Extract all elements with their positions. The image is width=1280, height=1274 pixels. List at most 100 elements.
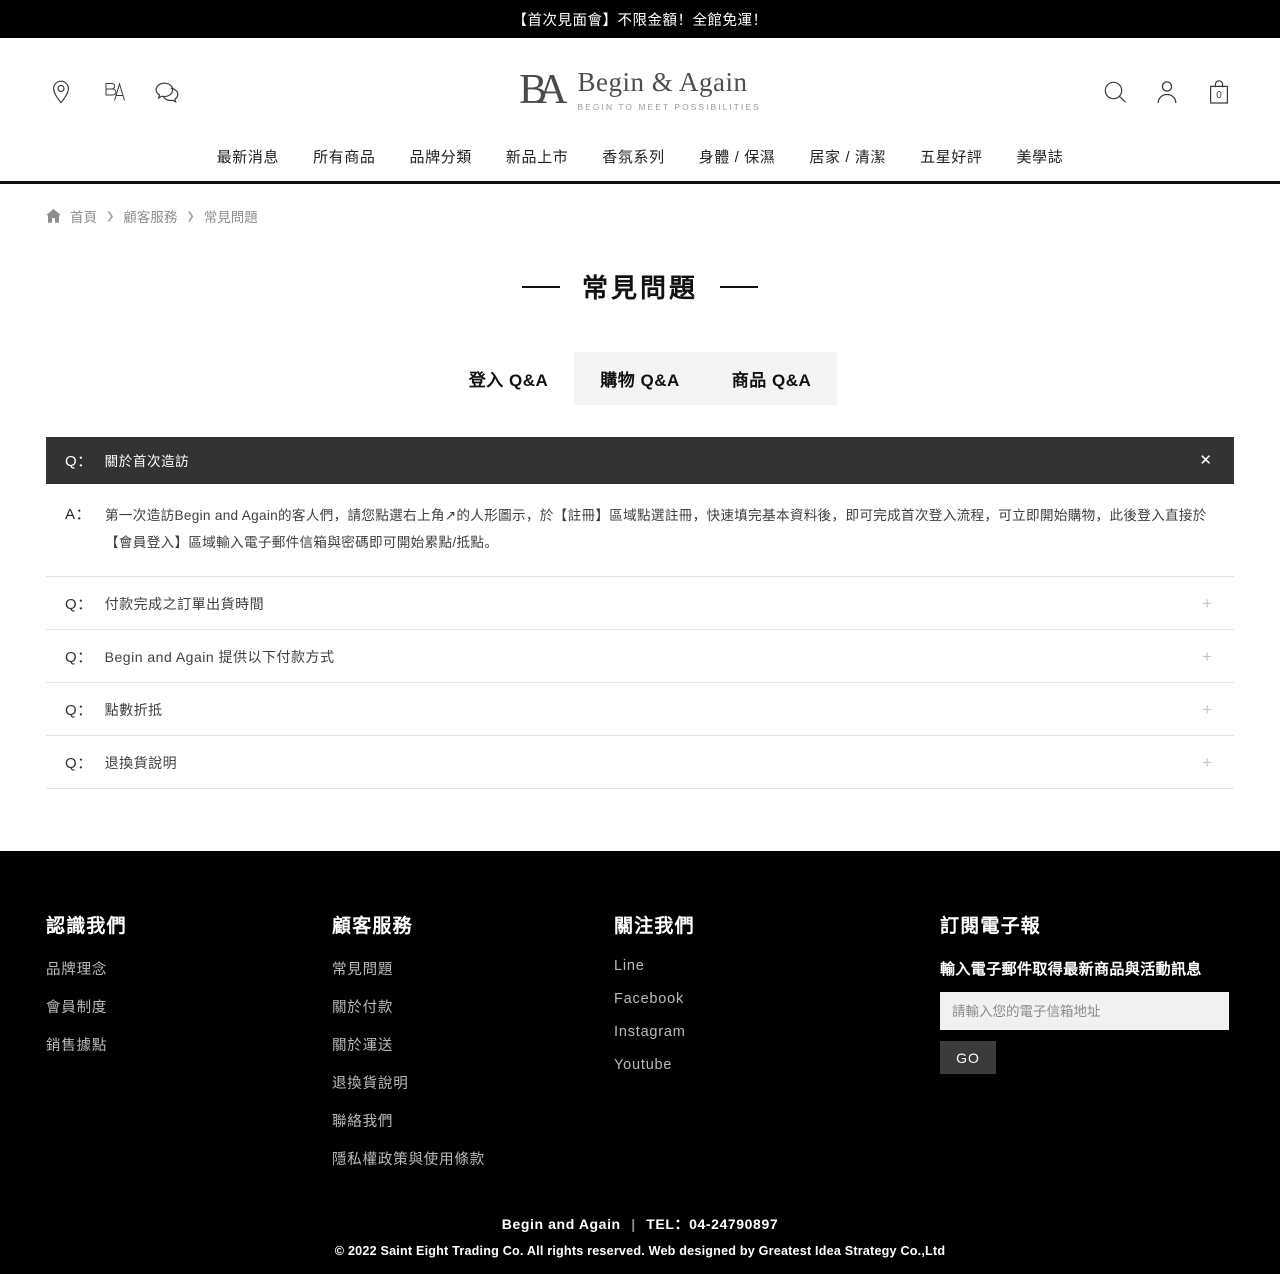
faq-question-line: Q： 點數折抵 — [65, 699, 163, 720]
footer-bottom: Begin and Again | TEL：04-24790897 © 2022… — [46, 1186, 1234, 1274]
home-icon[interactable] — [46, 209, 61, 223]
faq-accordion: Q： 關於首次造訪 ✕ A： 第一次造訪Begin and Again的客人們，… — [46, 437, 1234, 790]
newsletter-go-button[interactable]: GO — [940, 1041, 996, 1075]
faq-question-text: 付款完成之訂單出貨時間 — [104, 595, 265, 612]
site-footer: 認識我們 品牌理念 會員制度 銷售據點 顧客服務 常見問題 關於付款 關於運送 … — [0, 851, 1280, 1274]
newsletter-title: 訂閱電子報 — [940, 916, 1042, 938]
user-account-icon[interactable] — [1152, 77, 1182, 107]
question-prefix: Q： — [65, 595, 93, 613]
footer-link-facebook[interactable]: Facebook — [614, 991, 940, 1007]
footer-link-instagram[interactable]: Instagram — [614, 1024, 940, 1040]
faq-answer-body: A： 第一次造訪Begin and Again的客人們，請您點選右上角↗的人形圖… — [46, 484, 1234, 578]
location-pin-icon[interactable] — [46, 77, 76, 107]
page-title: 常見問題 — [581, 273, 698, 303]
brand-logo[interactable]: BA Begin & Again BEGIN TO MEET POSSIBILI… — [519, 67, 761, 113]
faq-question-text: 點數折抵 — [104, 701, 163, 718]
faq-question-text: 關於首次造訪 — [104, 454, 190, 469]
nav-item-latest-news[interactable]: 最新消息 — [217, 146, 279, 167]
footer-link-line[interactable]: Line — [614, 958, 940, 974]
faq-question-line: Q： 關於首次造訪 — [65, 450, 189, 471]
footer-column-about: 認識我們 品牌理念 會員制度 銷售據點 — [46, 911, 332, 1186]
footer-link-faq[interactable]: 常見問題 — [332, 958, 614, 979]
faq-item-shipping-time[interactable]: Q： 付款完成之訂單出貨時間 + — [46, 577, 1234, 631]
footer-link-payment[interactable]: 關於付款 — [332, 996, 614, 1017]
shopping-bag-icon[interactable]: 0 — [1204, 77, 1234, 107]
nav-item-body-moisture[interactable]: 身體 / 保濕 — [699, 146, 776, 167]
footer-telephone: TEL：04-24790897 — [646, 1216, 779, 1233]
footer-link-brand-philosophy[interactable]: 品牌理念 — [46, 958, 332, 979]
footer-link-privacy-terms[interactable]: 隱私權政策與使用條款 — [332, 1148, 614, 1169]
question-prefix: Q： — [65, 648, 93, 666]
plus-icon[interactable]: + — [1202, 754, 1212, 771]
title-dash-left — [521, 285, 560, 288]
question-prefix: Q： — [65, 754, 93, 772]
answer-prefix: A： — [65, 506, 92, 523]
qa-tabs: 登入 Q&A 購物 Q&A 商品 Q&A — [0, 352, 1280, 405]
footer-link-membership[interactable]: 會員制度 — [46, 996, 332, 1017]
footer-column-social: 關注我們 Line Facebook Instagram Youtube — [614, 911, 940, 1186]
plus-icon[interactable]: + — [1202, 648, 1212, 665]
faq-question-text: 退換貨說明 — [104, 754, 178, 771]
faq-question-text: Begin and Again 提供以下付款方式 — [104, 648, 335, 665]
footer-columns: 認識我們 品牌理念 會員制度 銷售據點 顧客服務 常見問題 關於付款 關於運送 … — [46, 911, 1234, 1186]
breadcrumb-customer-service[interactable]: 顧客服務 — [123, 206, 177, 226]
breadcrumb-separator-2: ❯ — [186, 210, 195, 222]
ba-monogram-icon[interactable] — [99, 77, 129, 107]
tab-shopping-qa[interactable]: 購物 Q&A — [574, 352, 706, 405]
nav-item-all-products[interactable]: 所有商品 — [313, 146, 375, 167]
search-icon[interactable] — [1100, 77, 1130, 107]
nav-item-five-star[interactable]: 五星好評 — [920, 146, 982, 167]
footer-link-stores[interactable]: 銷售據點 — [46, 1034, 332, 1055]
faq-question-line: Q： Begin and Again 提供以下付款方式 — [65, 646, 335, 667]
chat-bubbles-icon[interactable] — [152, 77, 182, 107]
brand-logo-mark: BA — [519, 67, 567, 113]
header-left-icons — [46, 77, 182, 107]
faq-item-returns-policy[interactable]: Q： 退換貨說明 + — [46, 736, 1234, 790]
tab-product-qa[interactable]: 商品 Q&A — [705, 352, 838, 405]
site-header: BA Begin & Again BEGIN TO MEET POSSIBILI… — [0, 38, 1280, 146]
footer-link-contact[interactable]: 聯絡我們 — [332, 1110, 614, 1131]
plus-icon[interactable]: + — [1202, 595, 1212, 612]
footer-brand-name: Begin and Again — [501, 1216, 621, 1233]
cart-count-badge: 0 — [1216, 90, 1222, 101]
header-right-icons: 0 — [1100, 77, 1234, 107]
footer-column-title: 認識我們 — [46, 916, 127, 938]
footer-separator: | — [631, 1216, 636, 1233]
question-prefix: Q： — [65, 701, 93, 719]
close-icon[interactable]: ✕ — [1199, 453, 1212, 468]
footer-brand-contact: Begin and Again | TEL：04-24790897 — [46, 1214, 1234, 1234]
footer-column-title: 關注我們 — [614, 916, 695, 938]
footer-link-youtube[interactable]: Youtube — [614, 1057, 940, 1073]
nav-list: 最新消息 所有商品 品牌分類 新品上市 香氛系列 身體 / 保濕 居家 / 清潔… — [0, 146, 1280, 167]
faq-item-expanded-header[interactable]: Q： 關於首次造訪 ✕ — [46, 437, 1234, 484]
footer-column-newsletter: 訂閱電子報 輸入電子郵件取得最新商品與活動訊息 GO — [940, 911, 1230, 1186]
faq-item-payment-methods[interactable]: Q： Begin and Again 提供以下付款方式 + — [46, 630, 1234, 684]
footer-column-title: 顧客服務 — [332, 916, 413, 938]
nav-item-magazine[interactable]: 美學誌 — [1017, 146, 1064, 167]
promo-banner: 【首次見面會】不限金額！全館免運！ — [0, 0, 1280, 38]
brand-logo-tagline: BEGIN TO MEET POSSIBILITIES — [577, 101, 761, 112]
nav-item-home-clean[interactable]: 居家 / 清潔 — [809, 146, 886, 167]
breadcrumb: 首頁 ❯ 顧客服務 ❯ 常見問題 — [0, 184, 1280, 226]
nav-item-new-arrivals[interactable]: 新品上市 — [506, 146, 568, 167]
brand-logo-name: Begin & Again — [577, 67, 748, 98]
title-dash-right — [720, 285, 758, 288]
brand-logo-text: Begin & Again BEGIN TO MEET POSSIBILITIE… — [577, 67, 761, 112]
breadcrumb-home[interactable]: 首頁 — [70, 206, 97, 226]
breadcrumb-faq[interactable]: 常見問題 — [204, 206, 258, 226]
newsletter-email-input[interactable] — [940, 992, 1229, 1031]
faq-item-points-redemption[interactable]: Q： 點數折抵 + — [46, 683, 1234, 737]
question-prefix: Q： — [65, 453, 93, 470]
footer-copyright: © 2022 Saint Eight Trading Co. All right… — [334, 1244, 946, 1259]
footer-link-returns[interactable]: 退換貨說明 — [332, 1072, 614, 1093]
qa-tabs-inner: 登入 Q&A 購物 Q&A 商品 Q&A — [443, 352, 838, 405]
footer-link-shipping[interactable]: 關於運送 — [332, 1034, 614, 1055]
tab-login-qa[interactable]: 登入 Q&A — [443, 352, 575, 405]
nav-item-fragrance[interactable]: 香氛系列 — [602, 146, 664, 167]
plus-icon[interactable]: + — [1202, 701, 1212, 718]
nav-item-brands[interactable]: 品牌分類 — [409, 146, 471, 167]
footer-column-customer-service: 顧客服務 常見問題 關於付款 關於運送 退換貨說明 聯絡我們 隱私權政策與使用條… — [332, 911, 614, 1186]
faq-answer-text: 第一次造訪Begin and Again的客人們，請您點選右上角↗的人形圖示，於… — [105, 508, 1207, 551]
page-title-row: 常見問題 — [0, 268, 1280, 305]
faq-question-line: Q： 付款完成之訂單出貨時間 — [65, 593, 264, 614]
